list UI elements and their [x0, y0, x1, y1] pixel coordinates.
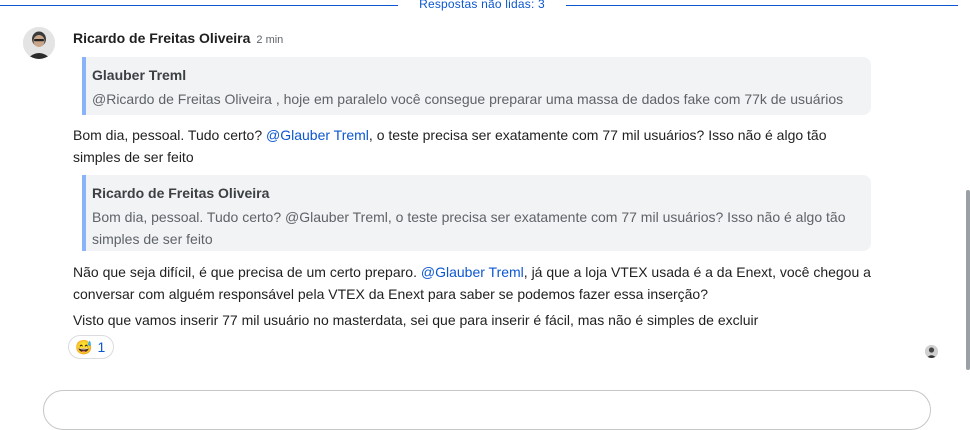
quoted-message[interactable]: Ricardo de Freitas Oliveira Bom dia, pes…: [82, 175, 871, 251]
reaction-emoji: 😅: [75, 339, 93, 355]
message-paragraph: Visto que vamos inserir 77 mil usuário n…: [73, 312, 759, 328]
scrollbar-thumb[interactable]: [966, 190, 970, 370]
user-avatar[interactable]: [23, 27, 55, 59]
author-name[interactable]: Ricardo de Freitas Oliveira: [73, 30, 250, 46]
quoted-text: @Ricardo de Freitas Oliveira , hoje em p…: [92, 91, 844, 107]
message-paragraph: Bom dia, pessoal. Tudo certo? @Glauber T…: [73, 124, 873, 168]
divider-line-left: [0, 5, 398, 6]
message-paragraph: Não que seja difícil, é que precisa de u…: [73, 261, 873, 305]
message-text: Não que seja difícil, é que precisa de u…: [73, 264, 421, 280]
message-text: Bom dia, pessoal. Tudo certo?: [73, 127, 266, 143]
unread-divider-label: Respostas não lidas: 3: [419, 0, 545, 11]
quoted-author: Ricardo de Freitas Oliveira: [92, 185, 270, 201]
read-receipt-avatar[interactable]: [925, 345, 938, 358]
divider-line-right: [566, 5, 958, 6]
unread-divider: Respostas não lidas: 3: [0, 0, 958, 12]
mention-link[interactable]: @Glauber Treml: [266, 127, 369, 143]
reply-input[interactable]: [43, 390, 931, 430]
quoted-message[interactable]: Glauber Treml @Ricardo de Freitas Olivei…: [82, 57, 871, 115]
quoted-text: Bom dia, pessoal. Tudo certo? @Glauber T…: [92, 209, 846, 247]
message-time: 2 min: [256, 34, 284, 46]
reaction-count: 1: [97, 339, 106, 355]
reaction-chip[interactable]: 😅 1: [68, 335, 115, 359]
mention-link[interactable]: @Glauber Treml: [421, 264, 524, 280]
quoted-author: Glauber Treml: [92, 67, 187, 83]
message-header: Ricardo de Freitas Oliveira 2 min: [73, 30, 283, 48]
